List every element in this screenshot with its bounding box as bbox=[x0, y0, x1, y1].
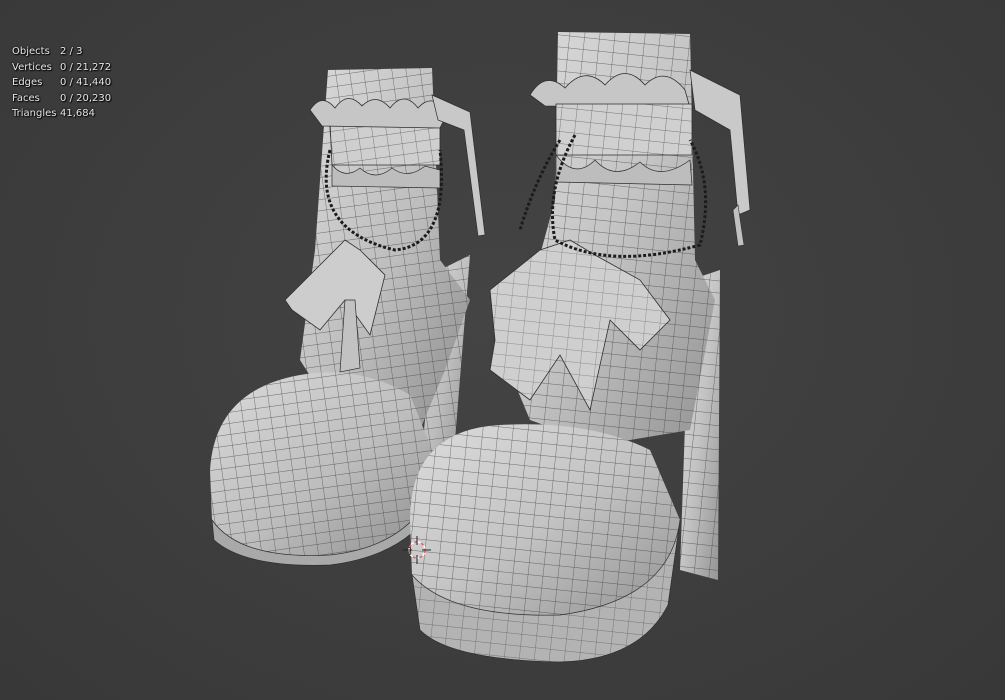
stat-edges: Edges 0 / 41,440 bbox=[12, 75, 111, 91]
stat-value: 0 / 21,272 bbox=[60, 61, 112, 73]
stat-value: 41,684 bbox=[60, 108, 95, 120]
stat-vertices: Vertices 0 / 21,272 bbox=[12, 60, 111, 76]
stat-faces: Faces 0 / 20,230 bbox=[12, 91, 111, 107]
stat-objects: Objects 2 / 3 bbox=[12, 44, 111, 60]
stat-label: Objects bbox=[12, 46, 50, 57]
boots-mesh-wireframe[interactable] bbox=[0, 0, 1005, 700]
stat-value: 2 / 3 bbox=[60, 46, 83, 57]
stat-label: Faces bbox=[12, 92, 40, 104]
stat-value: 0 / 41,440 bbox=[60, 77, 112, 89]
statistics-overlay: Objects 2 / 3 Vertices 0 / 21,272 Edges … bbox=[12, 44, 111, 122]
stat-label: Triangles bbox=[12, 108, 57, 120]
stat-label: Vertices bbox=[12, 61, 52, 73]
stat-triangles: Triangles 41,684 bbox=[12, 106, 111, 122]
stat-label: Edges bbox=[12, 77, 43, 89]
3d-viewport[interactable]: Objects 2 / 3 Vertices 0 / 21,272 Edges … bbox=[0, 0, 1005, 700]
stat-value: 0 / 20,230 bbox=[60, 92, 112, 104]
